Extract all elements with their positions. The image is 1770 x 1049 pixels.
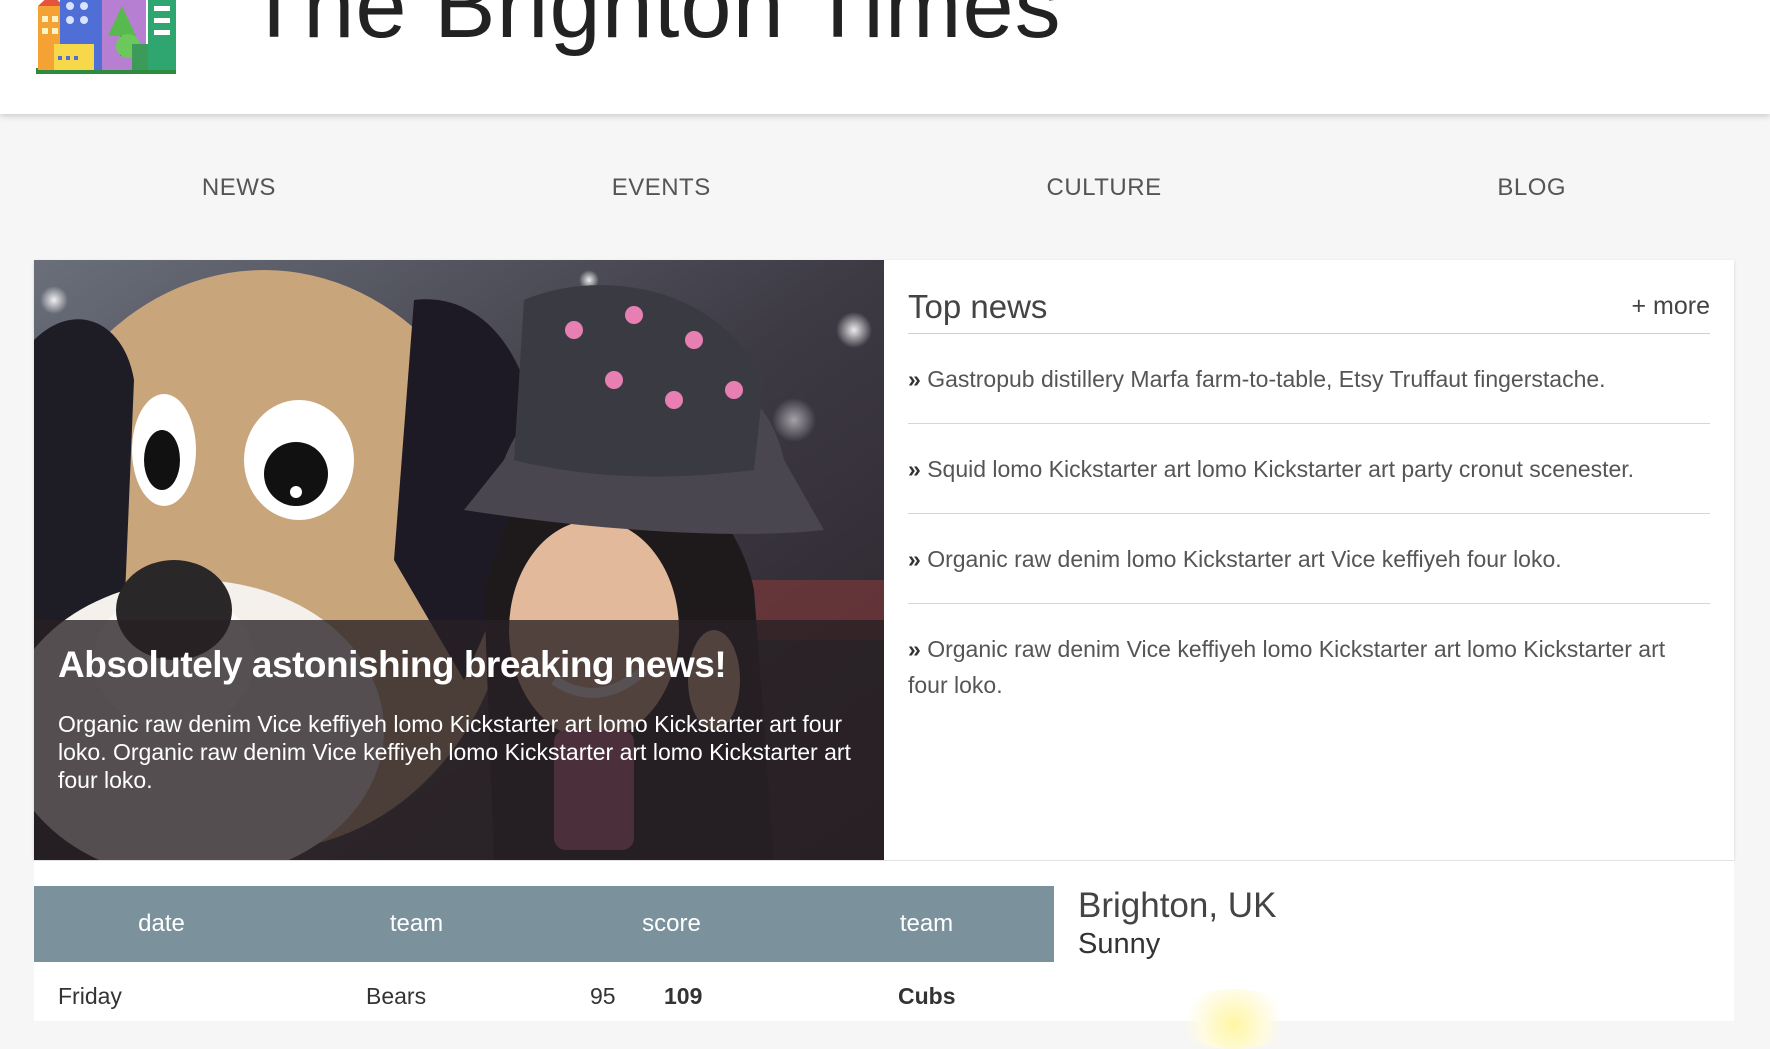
site-title[interactable]: The Brighton Times	[246, 0, 1062, 52]
hero-headline[interactable]: Absolutely astonishing breaking news!	[58, 644, 858, 686]
top-news-title: Top news	[908, 288, 1048, 325]
weather-city: Brighton, UK	[1078, 886, 1277, 925]
scores-table-header: date team score team	[34, 886, 1054, 962]
weather-widget: Brighton, UK Sunny	[1078, 886, 1276, 961]
hero-story[interactable]: Absolutely astonishing breaking news! Or…	[34, 260, 884, 860]
news-item-text: Squid lomo Kickstarter art lomo Kickstar…	[927, 456, 1635, 482]
news-item-text: Gastropub distillery Marfa farm-to-table…	[927, 366, 1606, 392]
row-team-b: Cubs	[898, 983, 956, 1009]
nav-item-events[interactable]: EVENTS	[612, 174, 711, 202]
news-item-text: Organic raw denim lomo Kickstarter art V…	[927, 546, 1562, 572]
news-item-text: Organic raw denim Vice keffiyeh lomo Kic…	[908, 636, 1666, 698]
column-header-team: team	[899, 910, 954, 937]
sun-icon	[1174, 989, 1294, 1049]
bullet-icon: »	[908, 636, 921, 662]
table-row: Friday Bears 95 109 Cubs	[34, 983, 1054, 1023]
nav-item-news[interactable]: NEWS	[202, 174, 276, 202]
top-news-list: » Gastropub distillery Marfa farm-to-tab…	[908, 334, 1710, 729]
column-header-score: score	[642, 910, 701, 937]
more-link[interactable]: + more	[1631, 292, 1710, 321]
column-header-team: team	[389, 910, 444, 937]
row-date: Friday	[58, 983, 122, 1009]
hero-summary: Organic raw denim Vice keffiyeh lomo Kic…	[58, 711, 851, 793]
site-header: The Brighton Times	[0, 0, 1770, 114]
scores-weather-card: date team score team Friday Bears 95 109…	[34, 860, 1734, 1049]
featured-card: Absolutely astonishing breaking news! Or…	[34, 260, 1734, 860]
top-news-header: Top news + more	[908, 260, 1710, 334]
bullet-icon: »	[908, 366, 921, 392]
main-nav: NEWS EVENTS CULTURE BLOG	[34, 150, 1734, 226]
row-team-a: Bears	[366, 983, 427, 1009]
top-news-panel: Top news + more » Gastropub distillery M…	[908, 260, 1710, 729]
bullet-icon: »	[908, 546, 921, 572]
row-score-b: 109	[664, 983, 703, 1009]
news-item[interactable]: » Gastropub distillery Marfa farm-to-tab…	[908, 334, 1710, 424]
nav-item-blog[interactable]: BLOG	[1497, 174, 1566, 202]
nav-item-culture[interactable]: CULTURE	[1047, 174, 1162, 202]
row-score-a: 95	[590, 983, 616, 1009]
news-item[interactable]: » Squid lomo Kickstarter art lomo Kickst…	[908, 424, 1710, 514]
city-buildings-logo-icon[interactable]	[36, 0, 176, 74]
news-item[interactable]: » Organic raw denim lomo Kickstarter art…	[908, 514, 1710, 604]
column-header-date: date	[138, 910, 185, 937]
bullet-icon: »	[908, 456, 921, 482]
weather-condition: Sunny	[1078, 928, 1161, 960]
news-item[interactable]: » Organic raw denim Vice keffiyeh lomo K…	[908, 604, 1710, 729]
